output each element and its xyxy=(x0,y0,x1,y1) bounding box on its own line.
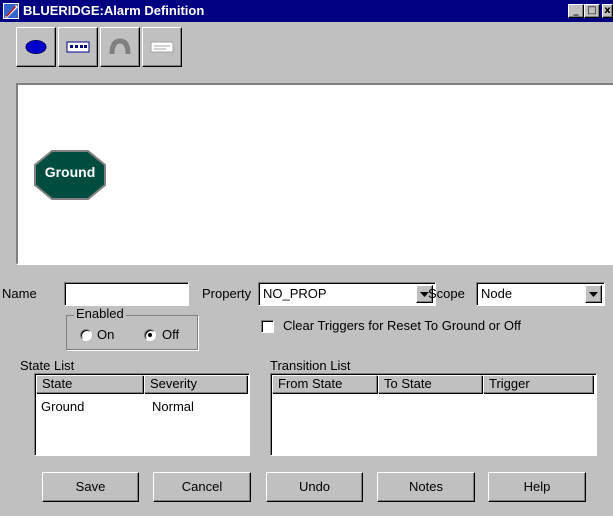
name-input[interactable] xyxy=(64,282,189,306)
diagram-canvas[interactable]: Ground xyxy=(16,83,613,265)
tool-ellipse-button[interactable] xyxy=(16,27,56,67)
arc-transition-icon xyxy=(109,38,131,55)
scope-select[interactable]: Node xyxy=(476,282,605,306)
clear-triggers-label: Clear Triggers for Reset To Ground or Of… xyxy=(283,318,521,333)
severity-column-header[interactable]: Severity xyxy=(144,375,247,393)
cancel-button[interactable]: Cancel xyxy=(153,472,251,502)
chevron-down-icon xyxy=(589,291,598,297)
app-icon xyxy=(3,3,19,19)
scope-label: Scope xyxy=(428,286,465,301)
close-icon: x xyxy=(604,5,611,16)
help-button[interactable]: Help xyxy=(488,472,586,502)
transition-list-title: Transition List xyxy=(270,358,351,373)
state-cell: Ground xyxy=(41,399,85,414)
tool-rectangle-button[interactable] xyxy=(58,27,98,67)
trigger-tool-icon xyxy=(150,41,174,53)
clear-triggers-checkbox[interactable] xyxy=(261,320,274,333)
enabled-off-label: Off xyxy=(162,327,180,342)
enabled-on-label: On xyxy=(97,327,115,342)
state-list-title: State List xyxy=(20,358,75,373)
property-select-value: NO_PROP xyxy=(263,286,327,301)
trigger-column-header[interactable]: Trigger xyxy=(483,375,593,393)
state-node-label: Ground xyxy=(44,164,96,180)
maximize-icon: □ xyxy=(587,5,597,16)
save-button[interactable]: Save xyxy=(42,472,139,502)
property-select[interactable]: NO_PROP xyxy=(258,282,436,306)
minimize-button[interactable]: _ xyxy=(568,4,584,18)
window-title: BLUERIDGE:Alarm Definition xyxy=(23,3,205,18)
undo-button[interactable]: Undo xyxy=(266,472,363,502)
tool-arc-button[interactable] xyxy=(100,27,140,67)
enabled-off-radio[interactable] xyxy=(144,329,156,341)
scope-select-value: Node xyxy=(481,286,513,301)
from-state-column-header[interactable]: From State xyxy=(272,375,377,393)
severity-cell: Normal xyxy=(152,399,194,414)
minimize-icon: _ xyxy=(573,5,579,16)
radio-selected-dot xyxy=(148,333,152,337)
property-label: Property xyxy=(202,286,252,301)
name-label: Name xyxy=(2,286,37,301)
drawing-toolbar xyxy=(16,27,196,67)
to-state-column-header[interactable]: To State xyxy=(378,375,482,393)
title-bar[interactable]: BLUERIDGE:Alarm Definition _ □ x xyxy=(0,0,613,22)
state-node-ground[interactable]: Ground xyxy=(34,150,106,200)
enabled-on-radio[interactable] xyxy=(80,329,92,341)
rectangle-state-icon xyxy=(66,41,90,53)
maximize-button[interactable]: □ xyxy=(584,4,600,18)
notes-button[interactable]: Notes xyxy=(377,472,475,502)
state-column-header[interactable]: State xyxy=(36,375,143,393)
transition-list[interactable]: From State To State Trigger xyxy=(270,373,597,456)
close-button[interactable]: x xyxy=(602,4,613,18)
tool-trigger-button[interactable] xyxy=(142,27,182,67)
ellipse-state-icon xyxy=(25,40,47,54)
scope-dropdown-button[interactable] xyxy=(585,285,602,303)
state-list[interactable]: State Severity Ground Normal xyxy=(34,373,250,456)
enabled-group-title: Enabled xyxy=(74,306,126,321)
